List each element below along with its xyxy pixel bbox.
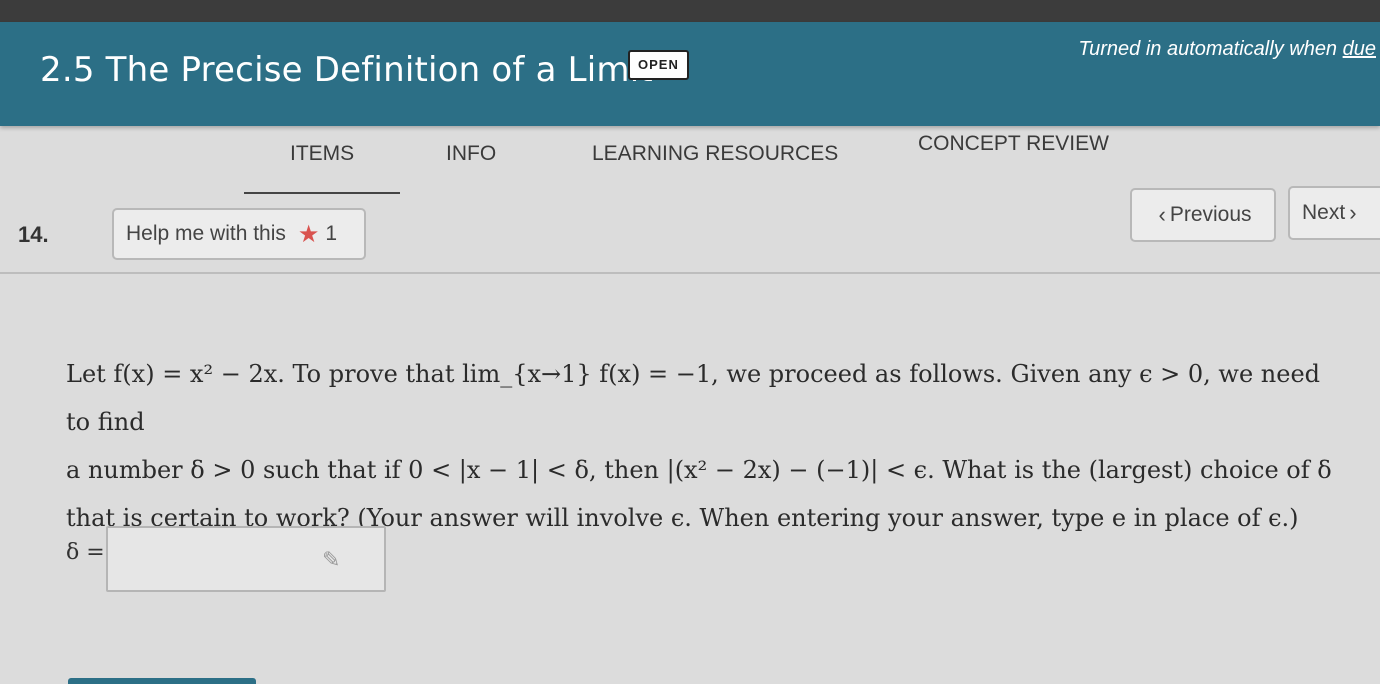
assignment-title: 2.5 The Precise Definition of a Limit bbox=[40, 50, 653, 90]
star-icon: ★ bbox=[297, 220, 320, 248]
question-text: Let f(x) = x² − 2x. To prove that lim_{x… bbox=[66, 350, 1336, 542]
section-divider bbox=[0, 272, 1380, 274]
top-strip bbox=[0, 0, 1380, 22]
help-label: Help me with this bbox=[126, 222, 286, 245]
tab-concept-review[interactable]: CONCEPT REVIEW bbox=[918, 132, 1109, 156]
assignment-header: 2.5 The Precise Definition of a Limit OP… bbox=[0, 22, 1380, 126]
answer-box[interactable] bbox=[106, 526, 386, 592]
previous-button[interactable]: ‹ Previous bbox=[1130, 188, 1276, 242]
chevron-left-icon: ‹ bbox=[1158, 202, 1166, 227]
question-line-2: a number δ > 0 such that if 0 < |x − 1| … bbox=[66, 456, 1332, 484]
previous-label: Previous bbox=[1169, 203, 1252, 226]
due-note-text: Turned in automatically when bbox=[1078, 38, 1343, 60]
chevron-right-icon: › bbox=[1349, 200, 1357, 225]
next-button[interactable]: Next › bbox=[1288, 186, 1380, 240]
submit-button-edge[interactable] bbox=[68, 678, 256, 684]
tab-items[interactable]: ITEMS bbox=[243, 142, 401, 194]
tab-learning-resources[interactable]: LEARNING RESOURCES bbox=[592, 142, 838, 166]
pencil-icon[interactable]: ✎ bbox=[322, 548, 340, 573]
due-note: Turned in automatically when due bbox=[1078, 38, 1376, 61]
delta-answer-input[interactable] bbox=[114, 534, 318, 586]
help-me-button[interactable]: Help me with this ★ 1 bbox=[112, 208, 366, 260]
due-link[interactable]: due bbox=[1343, 38, 1376, 60]
tab-bar: ITEMS INFO LEARNING RESOURCES CONCEPT RE… bbox=[0, 126, 1380, 194]
help-count: 1 bbox=[325, 222, 338, 245]
question-line-1: Let f(x) = x² − 2x. To prove that lim_{x… bbox=[66, 360, 1321, 436]
status-badge: OPEN bbox=[628, 50, 689, 80]
tab-info[interactable]: INFO bbox=[446, 142, 496, 166]
next-label: Next bbox=[1302, 201, 1346, 224]
question-number: 14. bbox=[18, 222, 49, 247]
answer-label: δ = bbox=[66, 540, 105, 565]
